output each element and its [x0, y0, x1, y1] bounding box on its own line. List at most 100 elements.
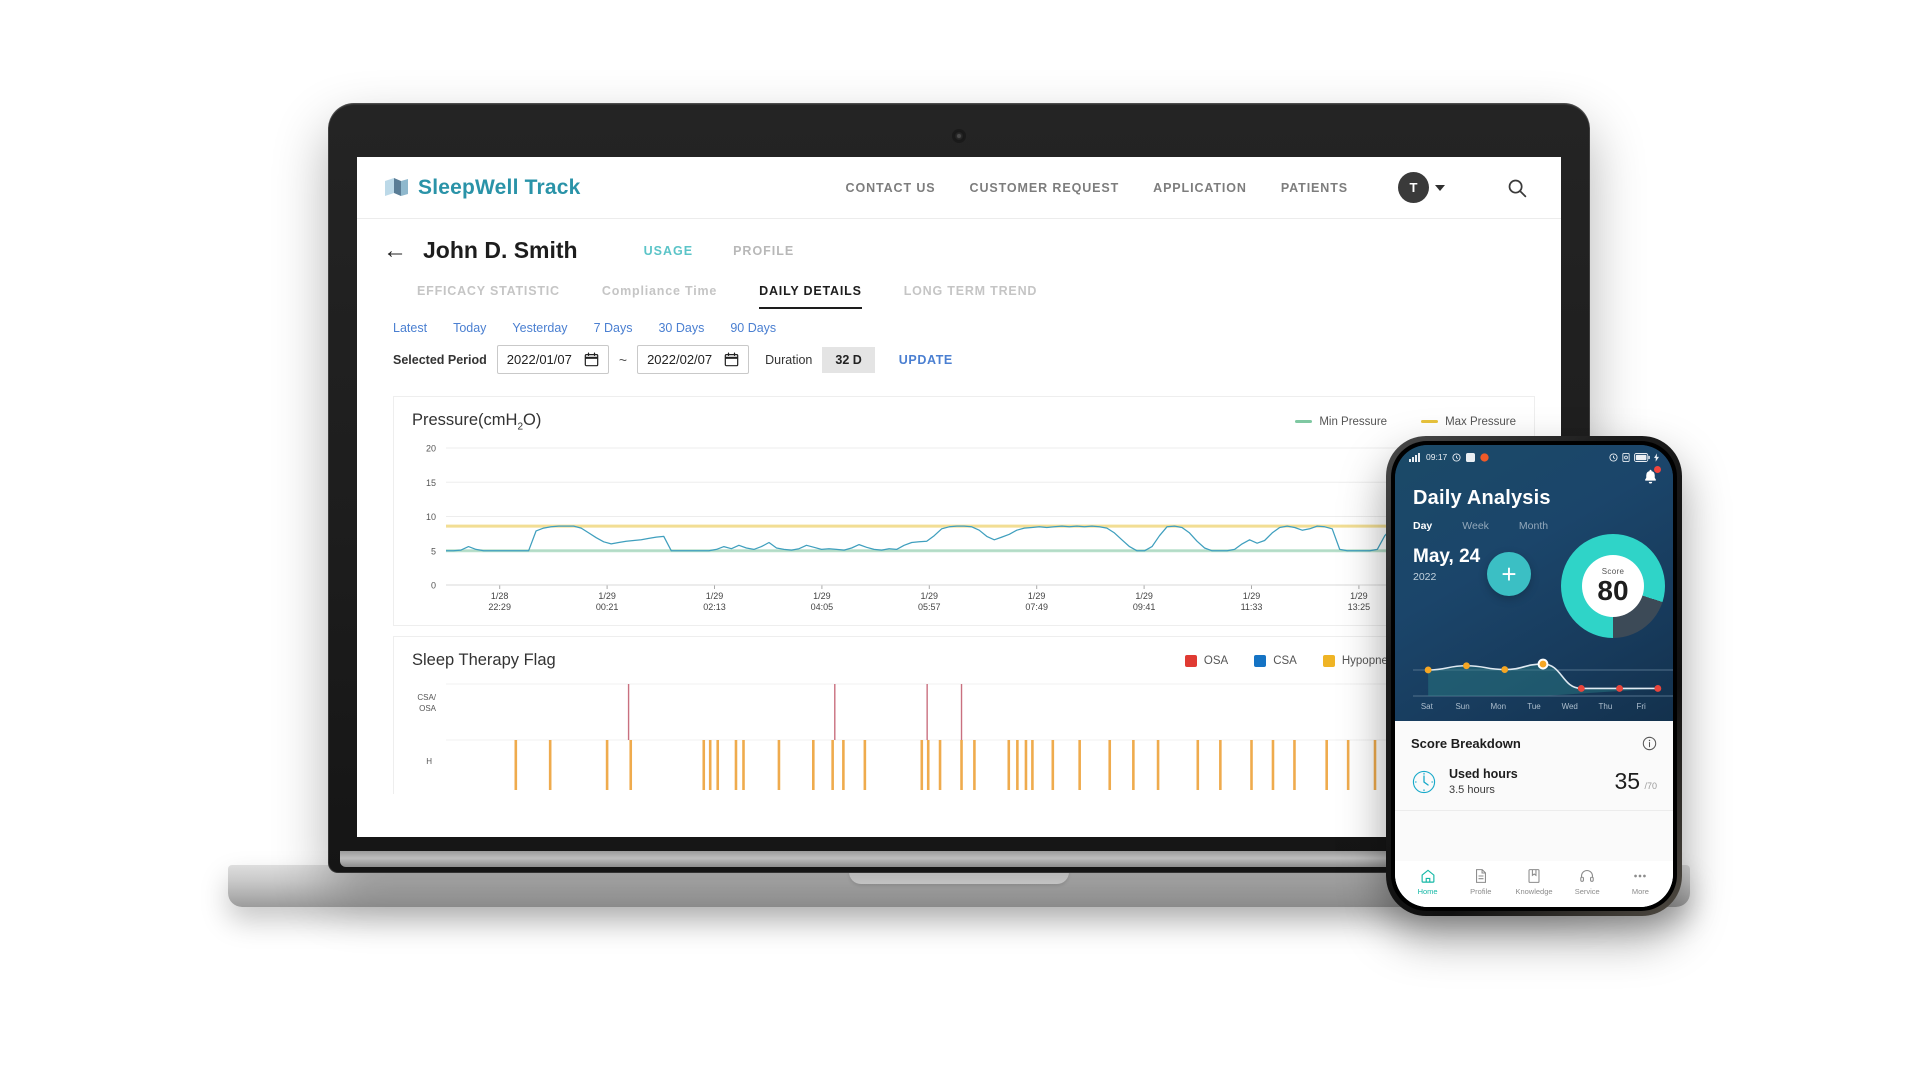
quick-range-row: Latest Today Yesterday 7 Days 30 Days 90…	[357, 309, 1561, 335]
phone-page-title: Daily Analysis	[1413, 487, 1551, 509]
day-label-mon: Mon	[1490, 702, 1507, 711]
svg-text:1/29: 1/29	[1135, 591, 1153, 601]
patient-header: ← John D. Smith USAGE PROFILE	[357, 219, 1561, 274]
svg-text:04:05: 04:05	[811, 602, 834, 612]
legend-osa-label: OSA	[1203, 654, 1229, 667]
duration-label: Duration	[765, 352, 813, 367]
phone-screen: 09:17 Daily Analysis Day Week Month May,…	[1395, 445, 1673, 907]
calendar-icon[interactable]	[584, 352, 599, 367]
search-icon[interactable]	[1507, 178, 1527, 198]
nav-customer-request[interactable]: CUSTOMER REQUEST	[970, 181, 1120, 195]
phone-tab-week[interactable]: Week	[1462, 520, 1489, 532]
nav-more[interactable]: More	[1614, 868, 1667, 896]
tab-usage[interactable]: USAGE	[644, 244, 693, 258]
quick-range-today[interactable]: Today	[453, 321, 486, 335]
update-button[interactable]: UPDATE	[899, 353, 953, 367]
svg-text:09:41: 09:41	[1133, 602, 1156, 612]
headset-icon	[1579, 868, 1595, 884]
top-nav: CONTACT US CUSTOMER REQUEST APPLICATION …	[846, 172, 1527, 203]
calendar-icon[interactable]	[724, 352, 739, 367]
charts-region: + Pressure(cmH2O) Min Pressure Max Press…	[357, 386, 1561, 795]
quick-range-90-days[interactable]: 90 Days	[730, 321, 776, 335]
day-label-thu: Thu	[1598, 702, 1613, 711]
notification-bell-icon[interactable]	[1642, 466, 1661, 485]
webcam-icon	[954, 131, 964, 141]
nav-contact-us[interactable]: CONTACT US	[846, 181, 936, 195]
legend-min-pressure-label: Min Pressure	[1319, 415, 1388, 428]
svg-text:13:25: 13:25	[1348, 602, 1371, 612]
date-range-separator: ~	[618, 351, 628, 368]
legend-hypopnea-swatch	[1322, 654, 1335, 667]
document-icon	[1473, 868, 1489, 884]
phone-date-year: 2022	[1413, 571, 1437, 583]
breakdown-label: Used hours	[1449, 767, 1518, 781]
nav-profile[interactable]: Profile	[1454, 868, 1507, 896]
svg-text:1/29: 1/29	[1028, 591, 1046, 601]
legend-max-pressure-swatch	[1421, 420, 1439, 424]
svg-text:1/29: 1/29	[813, 591, 831, 601]
flag-chart-plot: CSA/OSA H	[417, 683, 1520, 791]
charging-icon	[1654, 452, 1659, 462]
legend-hypopnea: Hypopnea	[1322, 654, 1394, 667]
quick-range-30-days[interactable]: 30 Days	[658, 321, 704, 335]
phone-date-block: May, 24 2022	[1413, 546, 1480, 583]
phone-status-bar: 09:17	[1395, 445, 1673, 465]
chevron-down-icon	[1435, 184, 1445, 191]
svg-text:CSA/: CSA/	[417, 693, 436, 702]
info-icon[interactable]	[1642, 736, 1657, 751]
nav-knowledge-label: Knowledge	[1515, 887, 1553, 896]
svg-text:22:29: 22:29	[488, 602, 511, 612]
phone-mockup: 09:17 Daily Analysis Day Week Month May,…	[1386, 436, 1682, 916]
legend-max-pressure-label: Max Pressure	[1445, 415, 1516, 428]
quick-range-7-days[interactable]: 7 Days	[594, 321, 633, 335]
tab-daily-details[interactable]: DAILY DETAILS	[759, 284, 862, 309]
legend-csa-swatch	[1254, 654, 1267, 667]
legend-max-pressure: Max Pressure	[1421, 416, 1516, 428]
end-date-input[interactable]: 2022/02/07	[637, 345, 750, 374]
day-label-sun: Sun	[1455, 702, 1470, 711]
screenshot-stage: SleepWell Track CONTACT US CUSTOMER REQU…	[0, 0, 1920, 1080]
breakdown-value: 35	[1614, 767, 1641, 794]
phone-bottom-nav: Home Profile Knowledge Service More	[1395, 861, 1673, 907]
phone-hero: 09:17 Daily Analysis Day Week Month May,…	[1395, 445, 1673, 721]
breakdown-text: Used hours 3.5 hours	[1449, 767, 1518, 796]
duration-value: 32 D	[822, 346, 875, 373]
add-button[interactable]: +	[1487, 552, 1531, 596]
svg-text:1/29: 1/29	[598, 591, 616, 601]
quick-range-latest[interactable]: Latest	[393, 321, 427, 335]
nav-home[interactable]: Home	[1401, 868, 1454, 896]
account-menu[interactable]: T	[1398, 172, 1445, 203]
phone-period-tabs: Day Week Month	[1395, 510, 1673, 532]
selected-period-row: Selected Period 2022/01/07 ~ 2022/02/07 …	[357, 335, 1561, 386]
day-label-wed: Wed	[1561, 702, 1578, 711]
score-breakdown-header: Score Breakdown	[1395, 721, 1673, 763]
nav-application[interactable]: APPLICATION	[1153, 181, 1247, 195]
brand-name: SleepWell Track	[418, 175, 581, 199]
tab-profile[interactable]: PROFILE	[733, 244, 794, 258]
brand[interactable]: SleepWell Track	[383, 176, 581, 200]
nav-patients[interactable]: PATIENTS	[1281, 181, 1348, 195]
start-date-input[interactable]: 2022/01/07	[496, 345, 609, 374]
day-label-fri: Fri	[1636, 702, 1646, 711]
phone-tab-day[interactable]: Day	[1413, 520, 1432, 532]
legend-csa: CSA	[1254, 654, 1297, 667]
legend-osa: OSA	[1184, 654, 1229, 667]
svg-text:1/28: 1/28	[491, 591, 509, 601]
legend-osa-swatch	[1184, 654, 1197, 667]
breakdown-row-used-hours[interactable]: Used hours 3.5 hours 35 /70	[1395, 763, 1673, 811]
tab-long-term-trend[interactable]: LONG TERM TREND	[904, 284, 1038, 309]
end-date-value: 2022/02/07	[647, 352, 713, 367]
quick-range-yesterday[interactable]: Yesterday	[512, 321, 567, 335]
tab-efficacy-statistic[interactable]: EFFICACY STATISTIC	[417, 284, 560, 309]
nav-knowledge[interactable]: Knowledge	[1507, 868, 1560, 896]
tab-compliance-time[interactable]: Compliance Time	[602, 284, 717, 309]
back-arrow-icon[interactable]: ←	[383, 238, 407, 263]
breakdown-sublabel: 3.5 hours	[1449, 784, 1495, 796]
legend-min-pressure: Min Pressure	[1295, 416, 1387, 428]
pressure-chart-title: Pressure(cmH2O)	[412, 411, 541, 432]
nav-service[interactable]: Service	[1561, 868, 1614, 896]
sub-tabs: EFFICACY STATISTIC Compliance Time DAILY…	[357, 274, 1561, 309]
phone-tab-month[interactable]: Month	[1519, 520, 1548, 532]
flag-chart-title: Sleep Therapy Flag	[412, 651, 556, 670]
svg-text:07:49: 07:49	[1025, 602, 1048, 612]
